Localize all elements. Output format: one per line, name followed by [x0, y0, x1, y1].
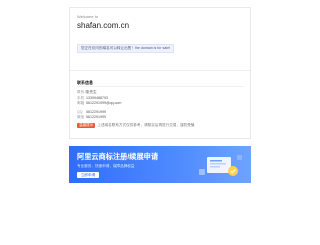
- welcome-text: Welcome to: [77, 14, 99, 19]
- ad-banner[interactable]: 阿里云商标注册/续展申请 专业服务，快速申请，保障品牌权益 立即申请: [69, 146, 251, 183]
- domain-name: shafan.com.cn: [77, 21, 130, 30]
- row-label: 邮箱: [77, 101, 85, 106]
- banner-title: 阿里云商标注册/续展申请: [77, 152, 159, 161]
- section-title: 联系信息: [77, 79, 244, 87]
- apply-button[interactable]: 立即申请: [77, 172, 99, 178]
- contact-row-wechat: 微信 5612291999: [77, 115, 244, 121]
- banner-subtitle: 专业服务，快速申请，保障品牌权益: [77, 164, 135, 168]
- row-value: 5612291999: [86, 115, 106, 120]
- warning-tip: 温馨提示 上述域名联系方式仅供参考，请核实后再进行交易，谨防受骗: [77, 122, 244, 128]
- domain-header: Welcome to shafan.com.cn 您正在访问的域名可以转让出售！…: [70, 8, 250, 71]
- contact-section: 联系信息 联系人 张先生 手机 13399488793 邮箱 561229199…: [70, 71, 250, 138]
- warning-badge: 温馨提示: [77, 122, 96, 128]
- warning-text: 上述域名联系方式仅供参考，请核实后再进行交易，谨防受骗: [97, 122, 195, 127]
- row-value[interactable]: 5612291999@qq.com: [86, 101, 121, 107]
- domain-card: Welcome to shafan.com.cn 您正在访问的域名可以转让出售！…: [69, 7, 251, 139]
- sale-notice: 您正在访问的域名可以转让出售！the domain is for sale!: [77, 44, 175, 53]
- banner-illustration-icon: [199, 155, 242, 176]
- row-label: 微信: [77, 115, 85, 120]
